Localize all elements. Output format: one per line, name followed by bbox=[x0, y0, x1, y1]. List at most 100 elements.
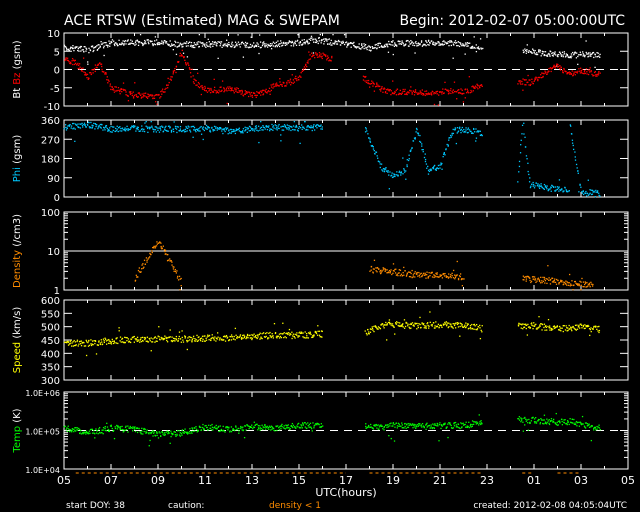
data-point bbox=[422, 274, 424, 276]
data-point bbox=[119, 90, 121, 93]
data-point bbox=[415, 131, 417, 133]
data-point bbox=[283, 332, 285, 334]
data-point bbox=[447, 144, 449, 146]
data-point bbox=[451, 90, 453, 92]
data-point bbox=[292, 82, 294, 84]
data-point bbox=[129, 128, 131, 131]
data-point bbox=[447, 89, 449, 91]
data-point bbox=[364, 43, 367, 46]
data-point bbox=[370, 328, 372, 331]
data-point bbox=[249, 334, 251, 336]
data-point bbox=[130, 39, 132, 41]
data-point bbox=[152, 429, 154, 432]
data-point bbox=[153, 129, 155, 131]
data-point bbox=[326, 57, 329, 60]
data-point bbox=[551, 277, 554, 279]
data-point bbox=[208, 41, 210, 43]
data-point bbox=[527, 170, 529, 173]
data-point bbox=[312, 336, 314, 338]
data-point bbox=[333, 43, 336, 45]
data-point bbox=[584, 282, 587, 284]
data-point bbox=[170, 260, 173, 262]
data-point bbox=[158, 431, 160, 433]
data-point bbox=[523, 326, 526, 328]
data-point bbox=[136, 39, 138, 41]
data-point bbox=[578, 284, 580, 287]
data-point bbox=[300, 127, 302, 129]
data-point bbox=[63, 44, 66, 46]
data-point bbox=[592, 328, 594, 330]
data-point bbox=[304, 426, 306, 428]
data-point bbox=[164, 337, 166, 340]
data-point bbox=[403, 169, 406, 171]
data-point bbox=[242, 56, 245, 58]
data-point bbox=[79, 340, 81, 342]
data-point bbox=[230, 132, 232, 134]
data-point bbox=[205, 89, 207, 92]
data-point bbox=[447, 276, 449, 278]
data-point bbox=[414, 52, 416, 54]
data-point bbox=[556, 54, 559, 56]
data-point bbox=[582, 72, 585, 75]
data-point bbox=[67, 341, 70, 343]
data-point bbox=[596, 191, 598, 193]
data-point bbox=[312, 125, 315, 127]
data-point bbox=[205, 339, 208, 341]
data-point bbox=[366, 334, 368, 336]
data-point bbox=[478, 424, 480, 426]
data-point bbox=[543, 73, 545, 75]
data-point bbox=[536, 280, 538, 282]
data-point bbox=[353, 41, 355, 44]
data-point bbox=[134, 426, 136, 428]
y-axis-label: Temp (K) bbox=[12, 408, 23, 453]
data-point bbox=[68, 50, 71, 52]
data-point bbox=[278, 127, 280, 130]
data-point bbox=[431, 276, 434, 278]
data-point bbox=[468, 426, 471, 429]
data-point bbox=[533, 80, 535, 83]
data-point bbox=[558, 190, 560, 192]
data-point bbox=[374, 153, 376, 155]
data-point bbox=[197, 43, 199, 45]
data-point bbox=[365, 425, 367, 428]
data-point bbox=[122, 341, 124, 343]
data-point bbox=[586, 192, 588, 194]
data-point bbox=[286, 81, 288, 84]
data-point bbox=[148, 445, 150, 447]
y-tick-label: 10 bbox=[47, 247, 60, 258]
data-point bbox=[459, 325, 461, 328]
data-point bbox=[87, 124, 89, 126]
data-point bbox=[559, 327, 561, 329]
data-point bbox=[129, 43, 131, 45]
data-point bbox=[266, 425, 268, 428]
data-point bbox=[406, 322, 408, 324]
data-point bbox=[195, 130, 197, 133]
data-point bbox=[80, 340, 83, 342]
data-point bbox=[65, 57, 67, 59]
data-point bbox=[587, 69, 589, 71]
data-point bbox=[456, 127, 459, 129]
data-point bbox=[574, 324, 577, 326]
data-point bbox=[376, 271, 378, 273]
data-point bbox=[299, 331, 301, 333]
data-point bbox=[391, 323, 394, 325]
data-point bbox=[101, 43, 103, 45]
data-point bbox=[203, 88, 205, 90]
data-point bbox=[291, 74, 293, 76]
data-point bbox=[406, 273, 408, 275]
data-point bbox=[81, 122, 83, 125]
data-point bbox=[292, 125, 295, 127]
data-point bbox=[430, 169, 433, 171]
data-point bbox=[389, 270, 392, 273]
data-point bbox=[539, 421, 542, 424]
ace-rtsw-plot: ACE RTSW (Estimated) MAG & SWEPAM Begin:… bbox=[0, 0, 640, 512]
data-point bbox=[100, 41, 102, 43]
data-point bbox=[581, 192, 583, 194]
data-point bbox=[91, 45, 94, 47]
data-point bbox=[574, 423, 577, 426]
data-point bbox=[281, 83, 283, 86]
data-point bbox=[548, 325, 551, 327]
data-point bbox=[397, 321, 399, 324]
data-point bbox=[383, 267, 385, 270]
data-point bbox=[414, 424, 416, 426]
